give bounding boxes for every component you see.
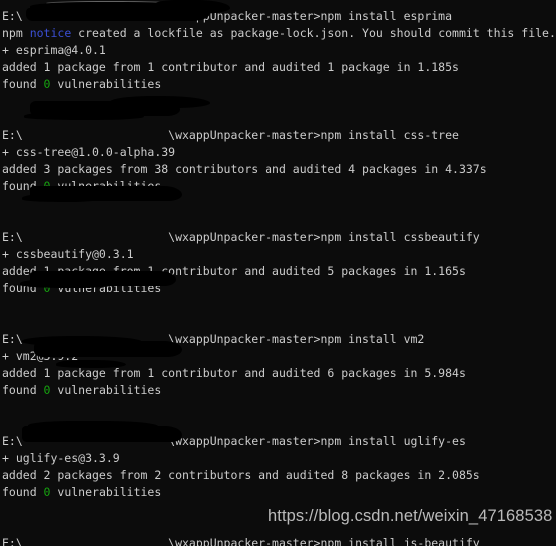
terminal-output[interactable]: E:\ \wxappUnpacker-master>npm install es…	[2, 8, 556, 546]
terminal-line-l5: found 0 vulnerabilities	[2, 76, 556, 93]
line-text-post: vulnerabilities	[50, 281, 162, 295]
command-prompt-line: E:\ \wxappUnpacker-master>npm install vm…	[2, 332, 425, 346]
line-text-pre: found	[2, 77, 44, 91]
terminal-line-l23: found 0 vulnerabilities	[2, 382, 556, 399]
terminal-line-l17: found 0 vulnerabilities	[2, 280, 556, 297]
line-text: + esprima@4.0.1	[2, 43, 106, 57]
line-text-post: vulnerabilities	[50, 77, 162, 91]
terminal-line-l21: + vm2@3.9.2	[2, 348, 556, 365]
line-text-pre: found	[2, 281, 44, 295]
line-text: added 1 package from 1 contributor and a…	[2, 60, 459, 74]
terminal-line-l2: npm notice created a lockfile as package…	[2, 25, 556, 42]
line-text	[2, 213, 9, 227]
line-text-post: vulnerabilities	[50, 485, 162, 499]
line-text-post: created a lockfile as package-lock.json.…	[71, 26, 556, 40]
terminal-line-l3: + esprima@4.0.1	[2, 42, 556, 59]
line-text	[2, 315, 9, 329]
line-text: + css-tree@1.0.0-alpha.39	[2, 145, 176, 159]
terminal-line-l26: E:\ \wxappUnpacker-master>npm install ug…	[2, 433, 556, 450]
line-text: added 2 packages from 2 contributors and…	[2, 468, 480, 482]
terminal-line-l11: found 0 vulnerabilities	[2, 178, 556, 195]
terminal-line-l32: E:\ \wxappUnpacker-master>npm install js…	[2, 535, 556, 546]
watermark-url: https://blog.csdn.net/weixin_47168538	[268, 507, 553, 525]
terminal-line-l6	[2, 93, 556, 110]
line-text	[2, 111, 9, 125]
terminal-line-l24	[2, 399, 556, 416]
line-text	[2, 298, 9, 312]
terminal-line-l10: added 3 packages from 38 contributors an…	[2, 161, 556, 178]
command-prompt-line: E:\ \wxappUnpacker-master>npm install es…	[2, 9, 453, 23]
notice-keyword: notice	[29, 26, 72, 40]
line-text-post: vulnerabilities	[50, 179, 162, 193]
terminal-line-l19	[2, 314, 556, 331]
line-text	[2, 196, 9, 210]
terminal-line-l18	[2, 297, 556, 314]
terminal-line-l14: E:\ \wxappUnpacker-master>npm install cs…	[2, 229, 556, 246]
terminal-line-l29: found 0 vulnerabilities	[2, 484, 556, 501]
line-text: + cssbeautify@0.3.1	[2, 247, 134, 261]
terminal-line-l4: added 1 package from 1 contributor and a…	[2, 59, 556, 76]
terminal-line-l16: added 1 package from 1 contributor and a…	[2, 263, 556, 280]
line-text	[2, 502, 9, 516]
line-text-post: vulnerabilities	[50, 383, 162, 397]
terminal-line-l8: E:\ \wxappUnpacker-master>npm install cs…	[2, 127, 556, 144]
line-text: added 1 package from 1 contributor and a…	[2, 264, 466, 278]
line-text-pre: found	[2, 383, 44, 397]
terminal-line-l20: E:\ \wxappUnpacker-master>npm install vm…	[2, 331, 556, 348]
line-text: + uglify-es@3.3.9	[2, 451, 120, 465]
screen-smudge	[46, 1, 174, 5]
terminal-line-l12	[2, 195, 556, 212]
terminal-line-l28: added 2 packages from 2 contributors and…	[2, 467, 556, 484]
line-text: added 1 package from 1 contributor and a…	[2, 366, 466, 380]
line-text: added 3 packages from 38 contributors an…	[2, 162, 487, 176]
command-prompt-line: E:\ \wxappUnpacker-master>npm install js…	[2, 536, 480, 546]
line-text-pre: npm	[2, 26, 30, 40]
line-text: + vm2@3.9.2	[2, 349, 79, 363]
command-prompt-line: E:\ \wxappUnpacker-master>npm install cs…	[2, 128, 459, 142]
terminal-line-l7	[2, 110, 556, 127]
terminal-line-l1: E:\ \wxappUnpacker-master>npm install es…	[2, 8, 556, 25]
line-text	[2, 400, 9, 414]
line-text-pre: found	[2, 179, 44, 193]
terminal-line-l15: + cssbeautify@0.3.1	[2, 246, 556, 263]
line-text	[2, 94, 9, 108]
command-prompt-line: E:\ \wxappUnpacker-master>npm install cs…	[2, 230, 480, 244]
line-text	[2, 417, 9, 431]
terminal-line-l27: + uglify-es@3.3.9	[2, 450, 556, 467]
command-prompt-line: E:\ \wxappUnpacker-master>npm install ug…	[2, 434, 466, 448]
terminal-line-l9: + css-tree@1.0.0-alpha.39	[2, 144, 556, 161]
terminal-window[interactable]: E:\ \wxappUnpacker-master>npm install es…	[0, 0, 556, 546]
line-text	[2, 519, 9, 533]
terminal-line-l25	[2, 416, 556, 433]
terminal-line-l22: added 1 package from 1 contributor and a…	[2, 365, 556, 382]
terminal-line-l13	[2, 212, 556, 229]
line-text-pre: found	[2, 485, 44, 499]
